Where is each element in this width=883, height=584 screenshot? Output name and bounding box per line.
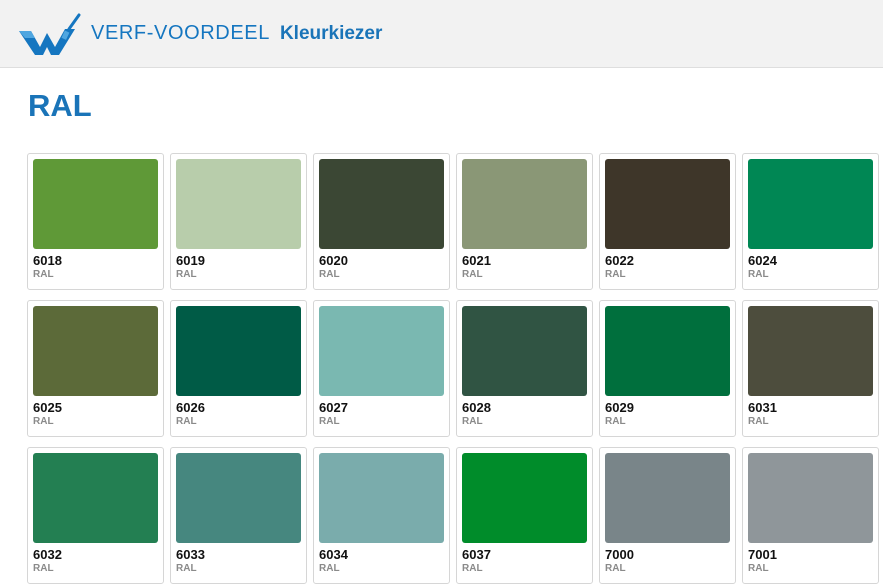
color-swatch <box>33 159 158 249</box>
color-type: RAL <box>605 269 626 280</box>
color-code: 6029 <box>605 400 634 415</box>
color-card-6019[interactable]: 6019 RAL <box>170 153 307 290</box>
brand-subtitle: Kleurkiezer <box>279 22 383 44</box>
color-type: RAL <box>605 563 626 574</box>
brand-name: VERF-VOORDEEL <box>91 22 270 44</box>
color-card-6033[interactable]: 6033 RAL <box>170 447 307 584</box>
color-code: 6025 <box>33 400 62 415</box>
page-title: RAL <box>28 88 92 123</box>
color-code: 6027 <box>319 400 348 415</box>
color-swatch <box>462 306 587 396</box>
color-code: 6026 <box>176 400 205 415</box>
color-card-6031[interactable]: 6031 RAL <box>742 300 879 437</box>
color-code: 6033 <box>176 547 205 562</box>
color-type: RAL <box>33 269 54 280</box>
color-card-6018[interactable]: 6018 RAL <box>27 153 164 290</box>
color-swatch <box>319 159 444 249</box>
color-card-6027[interactable]: 6027 RAL <box>313 300 450 437</box>
color-type: RAL <box>33 563 54 574</box>
top-bar: VERF-VOORDEEL Kleurkiezer <box>0 0 883 68</box>
color-card-6028[interactable]: 6028 RAL <box>456 300 593 437</box>
paint-brush-logo-icon <box>17 11 85 57</box>
color-swatch <box>462 159 587 249</box>
color-grid: 6018 RAL 6019 RAL 6020 RAL 6021 RAL 6022 RAL 6024 R… <box>27 153 879 584</box>
color-type: RAL <box>176 416 197 427</box>
color-code: 6037 <box>462 547 491 562</box>
color-code: 6024 <box>748 253 777 268</box>
color-swatch <box>176 453 301 543</box>
logo[interactable]: VERF-VOORDEEL Kleurkiezer <box>17 11 382 57</box>
color-code: 6019 <box>176 253 205 268</box>
color-type: RAL <box>748 416 769 427</box>
color-type: RAL <box>748 563 769 574</box>
color-card-7001[interactable]: 7001 RAL <box>742 447 879 584</box>
color-swatch <box>462 453 587 543</box>
color-card-6026[interactable]: 6026 RAL <box>170 300 307 437</box>
color-card-6037[interactable]: 6037 RAL <box>456 447 593 584</box>
color-swatch <box>748 159 873 249</box>
color-swatch <box>33 306 158 396</box>
color-card-6024[interactable]: 6024 RAL <box>742 153 879 290</box>
color-card-6025[interactable]: 6025 RAL <box>27 300 164 437</box>
color-swatch <box>605 159 730 249</box>
color-swatch <box>176 306 301 396</box>
color-swatch <box>605 453 730 543</box>
color-card-6029[interactable]: 6029 RAL <box>599 300 736 437</box>
color-type: RAL <box>319 269 340 280</box>
color-type: RAL <box>605 416 626 427</box>
color-swatch <box>319 453 444 543</box>
color-code: 6022 <box>605 253 634 268</box>
color-swatch <box>176 159 301 249</box>
color-code: 6031 <box>748 400 777 415</box>
color-card-6022[interactable]: 6022 RAL <box>599 153 736 290</box>
color-swatch <box>33 453 158 543</box>
color-swatch <box>748 306 873 396</box>
color-code: 7001 <box>748 547 777 562</box>
color-card-6034[interactable]: 6034 RAL <box>313 447 450 584</box>
color-code: 6028 <box>462 400 491 415</box>
color-type: RAL <box>319 416 340 427</box>
color-card-6020[interactable]: 6020 RAL <box>313 153 450 290</box>
color-code: 6032 <box>33 547 62 562</box>
color-swatch <box>748 453 873 543</box>
color-code: 6021 <box>462 253 491 268</box>
color-type: RAL <box>462 269 483 280</box>
color-card-6032[interactable]: 6032 RAL <box>27 447 164 584</box>
color-type: RAL <box>33 416 54 427</box>
color-type: RAL <box>462 416 483 427</box>
color-type: RAL <box>748 269 769 280</box>
color-card-6021[interactable]: 6021 RAL <box>456 153 593 290</box>
color-code: 6020 <box>319 253 348 268</box>
color-type: RAL <box>319 563 340 574</box>
color-type: RAL <box>176 269 197 280</box>
color-code: 6034 <box>319 547 348 562</box>
color-code: 7000 <box>605 547 634 562</box>
color-code: 6018 <box>33 253 62 268</box>
color-swatch <box>605 306 730 396</box>
color-type: RAL <box>462 563 483 574</box>
color-type: RAL <box>176 563 197 574</box>
color-swatch <box>319 306 444 396</box>
color-card-7000[interactable]: 7000 RAL <box>599 447 736 584</box>
